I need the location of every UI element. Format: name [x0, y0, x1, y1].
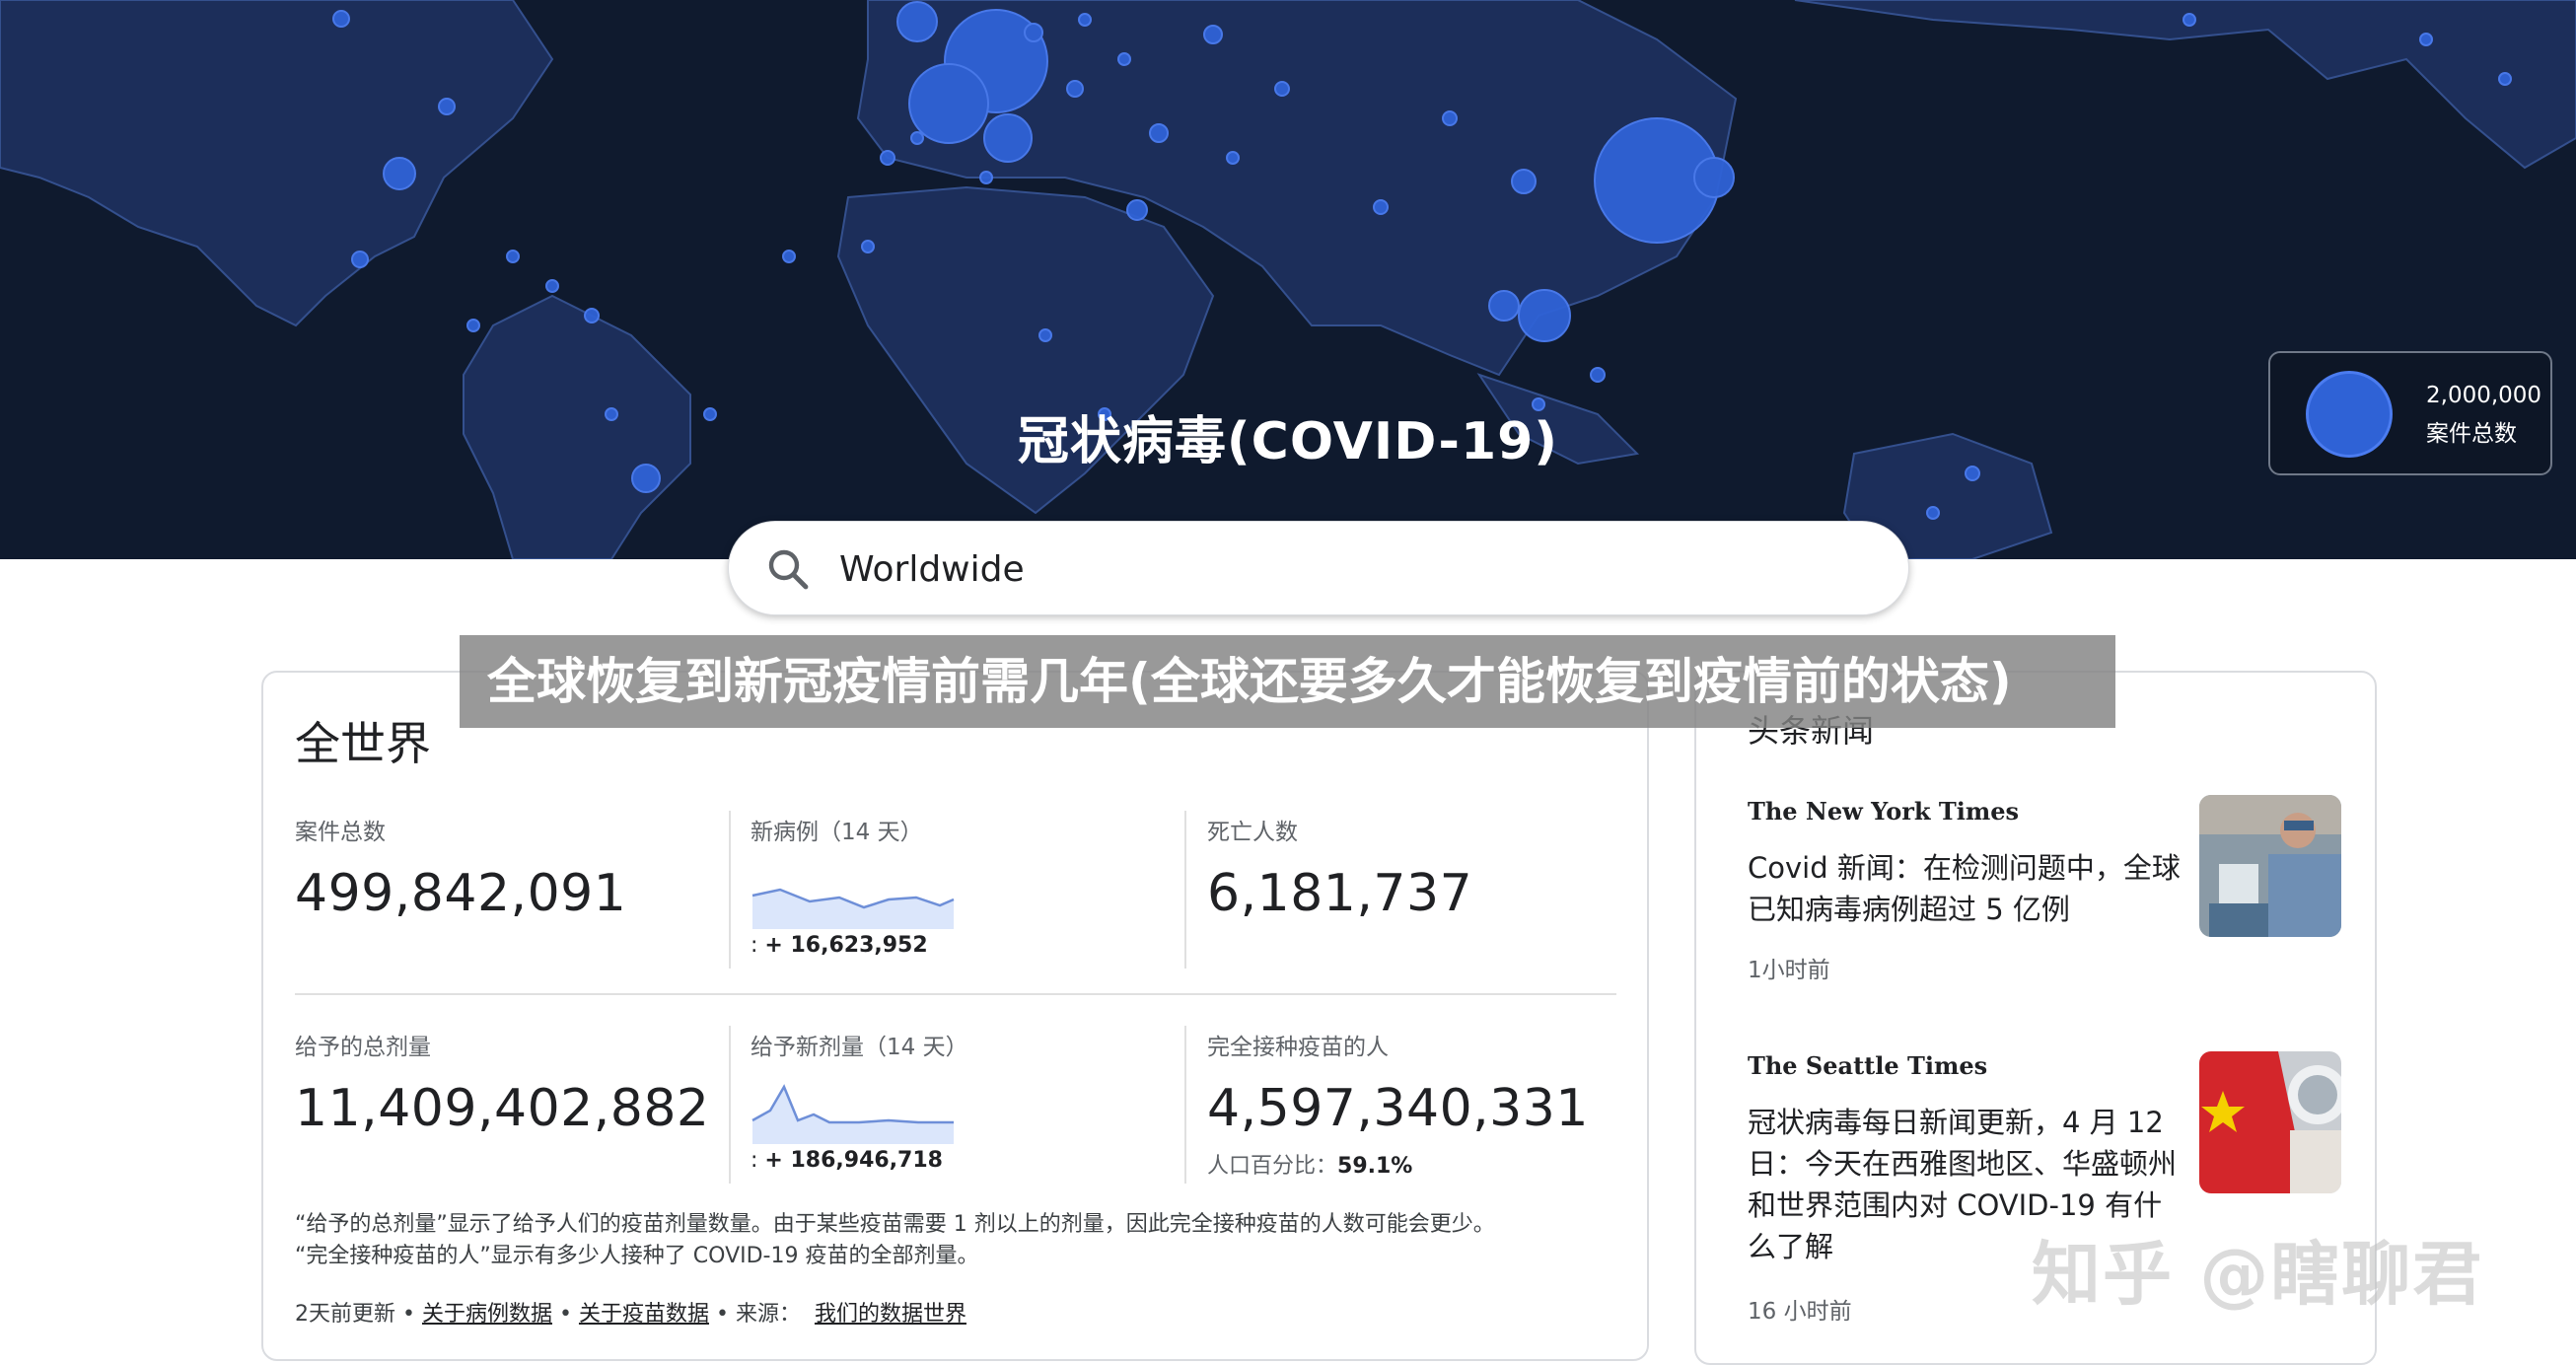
- vaccinated-value: 4,597,340,331: [1207, 1079, 1589, 1138]
- case-data-link[interactable]: 关于病例数据: [422, 1302, 552, 1327]
- divider: [729, 1026, 731, 1184]
- legend-label: 案件总数: [2426, 421, 2517, 447]
- stats-footer: 2天前更新 • 关于病例数据 • 关于疫苗数据 • 来源： 我们的数据世界: [295, 1296, 966, 1328]
- separator: •: [551, 1302, 579, 1327]
- vaccinated-label: 完全接种疫苗的人: [1207, 1035, 1389, 1060]
- stats-footnote: “给予的总剂量”显示了给予人们的疫苗剂量数量。由于某些疫苗需要 1 剂以上的剂量…: [295, 1209, 1616, 1272]
- divider: [1184, 1026, 1186, 1184]
- total-doses-value: 11,409,402,882: [295, 1079, 710, 1138]
- new-cases-stat[interactable]: 新病例（14 天）: [751, 813, 923, 846]
- vaccinated-percent: 人口百分比：59.1%: [1207, 1148, 1412, 1180]
- covid-map[interactable]: 冠状病毒(COVID-19) 2,000,000 案件总数: [0, 0, 2576, 559]
- deaths-stat: 死亡人数 6,181,737: [1207, 813, 1472, 923]
- news-time: 1小时前: [1748, 958, 1830, 983]
- separator: •: [708, 1302, 736, 1327]
- news-thumbnail-image[interactable]: [2199, 1051, 2341, 1193]
- divider: [729, 811, 731, 969]
- news-time: 16 小时前: [1748, 1299, 1852, 1325]
- footnote-line-1: “给予的总剂量”显示了给予人们的疫苗剂量数量。由于某些疫苗需要 1 剂以上的剂量…: [295, 1212, 1495, 1237]
- new-cases-sparkline[interactable]: [751, 850, 958, 929]
- new-cases-prefix: :: [751, 933, 765, 958]
- deaths-label: 死亡人数: [1207, 820, 1298, 845]
- vaccinated-stat: 完全接种疫苗的人 4,597,340,331: [1207, 1028, 1589, 1138]
- new-doses-sparkline[interactable]: [751, 1065, 958, 1144]
- legend-value: 2,000,000: [2426, 383, 2542, 408]
- total-cases-value: 499,842,091: [295, 864, 627, 923]
- vaccinated-pct-value: 59.1%: [1337, 1154, 1413, 1179]
- legend-circle-icon: [2306, 371, 2393, 458]
- new-cases-label: 新病例（14 天）: [751, 820, 923, 845]
- new-doses-prefix: :: [751, 1148, 765, 1173]
- search-input[interactable]: [839, 541, 1825, 597]
- separator: •: [395, 1302, 422, 1327]
- new-cases-value: + 16,623,952: [764, 933, 928, 958]
- row-divider: [295, 993, 1616, 995]
- total-cases-stat: 案件总数 499,842,091: [295, 813, 626, 923]
- new-doses-stat[interactable]: 给予新剂量（14 天）: [751, 1028, 968, 1061]
- news-thumbnail-image[interactable]: [2199, 795, 2341, 937]
- map-title: 冠状病毒(COVID-19): [1017, 412, 1559, 471]
- overlay-caption: 全球恢复到新冠疫情前需几年(全球还要多久才能恢复到疫情前的状态): [460, 635, 2115, 728]
- world-map-graphic: [0, 0, 2576, 559]
- divider: [1184, 811, 1186, 969]
- search-icon[interactable]: [764, 545, 812, 593]
- deaths-value: 6,181,737: [1207, 864, 1473, 923]
- new-doses-label: 给予新剂量（14 天）: [751, 1035, 968, 1060]
- location-search-box[interactable]: [728, 521, 1909, 615]
- total-doses-label: 给予的总剂量: [295, 1035, 431, 1060]
- map-legend: 2,000,000 案件总数: [2268, 351, 2552, 475]
- vaccinated-pct-label: 人口百分比：: [1207, 1154, 1338, 1179]
- total-cases-label: 案件总数: [295, 820, 386, 845]
- watermark: 知乎 @瞎聊君: [2032, 1234, 2484, 1315]
- news-headline[interactable]: Covid 新闻：在检测问题中，全球已知病毒病例超过 5 亿例: [1748, 847, 2182, 930]
- source-link[interactable]: 我们的数据世界: [815, 1302, 966, 1327]
- new-doses-value: + 186,946,718: [764, 1148, 943, 1173]
- new-doses-change: : + 186,946,718: [751, 1148, 943, 1173]
- source-label: 来源：: [735, 1302, 801, 1327]
- vaccine-data-link[interactable]: 关于疫苗数据: [579, 1302, 709, 1327]
- world-stats-card: 全世界 案件总数 499,842,091 新病例（14 天） : + 16,62…: [261, 671, 1649, 1361]
- total-doses-stat: 给予的总剂量 11,409,402,882: [295, 1028, 710, 1138]
- footnote-line-2: “完全接种疫苗的人”显示有多少人接种了 COVID-19 疫苗的全部剂量。: [295, 1244, 979, 1268]
- stats-title: 全世界: [295, 717, 431, 770]
- updated-text: 2天前更新: [295, 1302, 395, 1327]
- new-cases-change: : + 16,623,952: [751, 933, 928, 958]
